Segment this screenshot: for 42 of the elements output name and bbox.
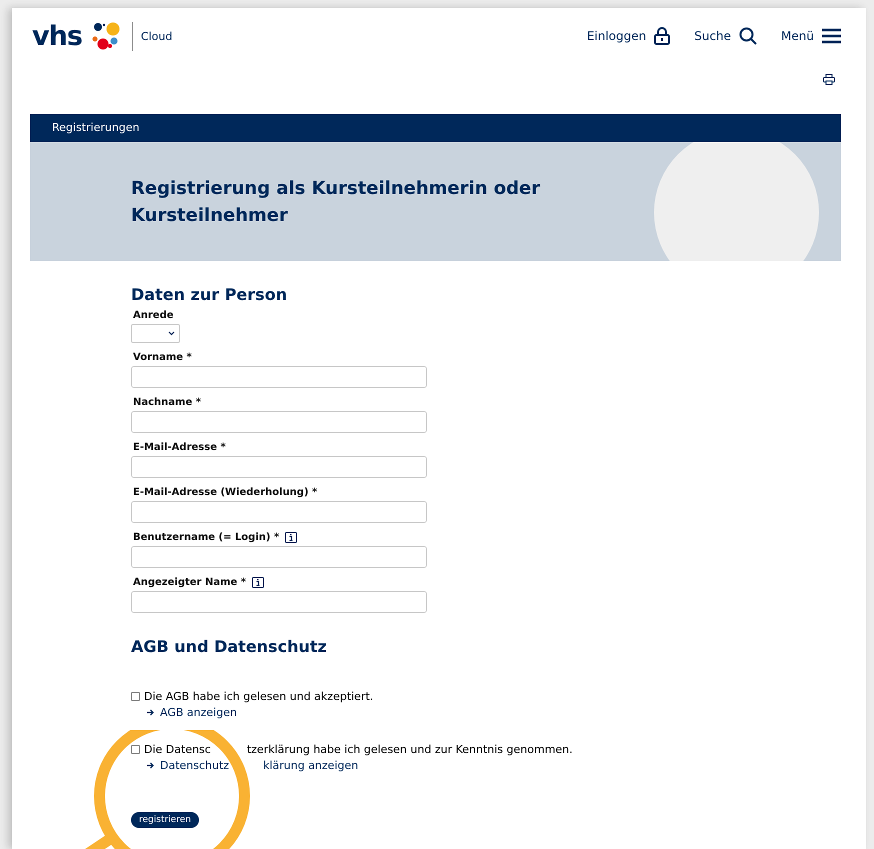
product-name: Cloud: [132, 22, 172, 50]
menu-icon: [822, 28, 841, 44]
consent-text: Die AGB habe ich gelesen und akzeptiert.: [144, 690, 374, 703]
register-button[interactable]: registrieren: [131, 812, 199, 828]
section-heading: AGB und Datenschutz: [131, 637, 328, 656]
consent-link[interactable]: klärung anzeigen: [263, 759, 358, 772]
arrow-icon: [147, 762, 154, 769]
consent-link[interactable]: AGB anzeigen: [160, 706, 237, 719]
input-field[interactable]: [131, 456, 427, 478]
field-label: Nachname *: [133, 397, 201, 408]
field-label: E-Mail-Adresse *: [133, 442, 226, 453]
select-field[interactable]: [131, 324, 180, 343]
nav-link[interactable]: Menü: [781, 28, 841, 44]
consent-text: Die Datensc: [144, 743, 211, 756]
input-field[interactable]: [131, 591, 427, 613]
logo-text[interactable]: vhs: [32, 20, 82, 52]
breadcrumb-bar[interactable]: Registrierungen: [30, 114, 841, 142]
consent-link[interactable]: Datenschutz: [160, 759, 230, 772]
nav-link[interactable]: Einloggen: [586, 27, 670, 45]
info-icon[interactable]: [285, 532, 298, 543]
field-label: Vorname *: [133, 352, 192, 363]
field-label: Angezeigter Name *: [133, 577, 246, 588]
field-label: Anrede: [133, 310, 174, 321]
page-title: Registrierung als Kursteilnehmerin oder Kursteilnehmer: [131, 176, 542, 228]
consent-text: tzerklärung habe ich gelesen und zur Kenntnis genommen.: [246, 743, 573, 756]
arrow-icon: [147, 709, 154, 716]
section-heading: Daten zur Person: [131, 285, 288, 304]
lock-icon: [654, 27, 670, 45]
input-field[interactable]: [131, 501, 427, 523]
search-icon: [739, 27, 758, 45]
field-label: E-Mail-Adresse (Wiederholung) *: [133, 487, 318, 498]
input-field[interactable]: [131, 366, 427, 388]
field-label: Benutzername (= Login) *: [133, 532, 280, 543]
nav-link[interactable]: Suche: [694, 27, 758, 45]
input-field[interactable]: [131, 411, 427, 433]
info-icon[interactable]: [252, 577, 264, 588]
checkbox[interactable]: [131, 745, 140, 754]
logo-dots-icon: [92, 21, 122, 51]
caret-icon: [168, 331, 175, 336]
checkbox[interactable]: [131, 692, 140, 701]
input-field[interactable]: [131, 546, 427, 568]
print-icon[interactable]: [823, 74, 835, 85]
